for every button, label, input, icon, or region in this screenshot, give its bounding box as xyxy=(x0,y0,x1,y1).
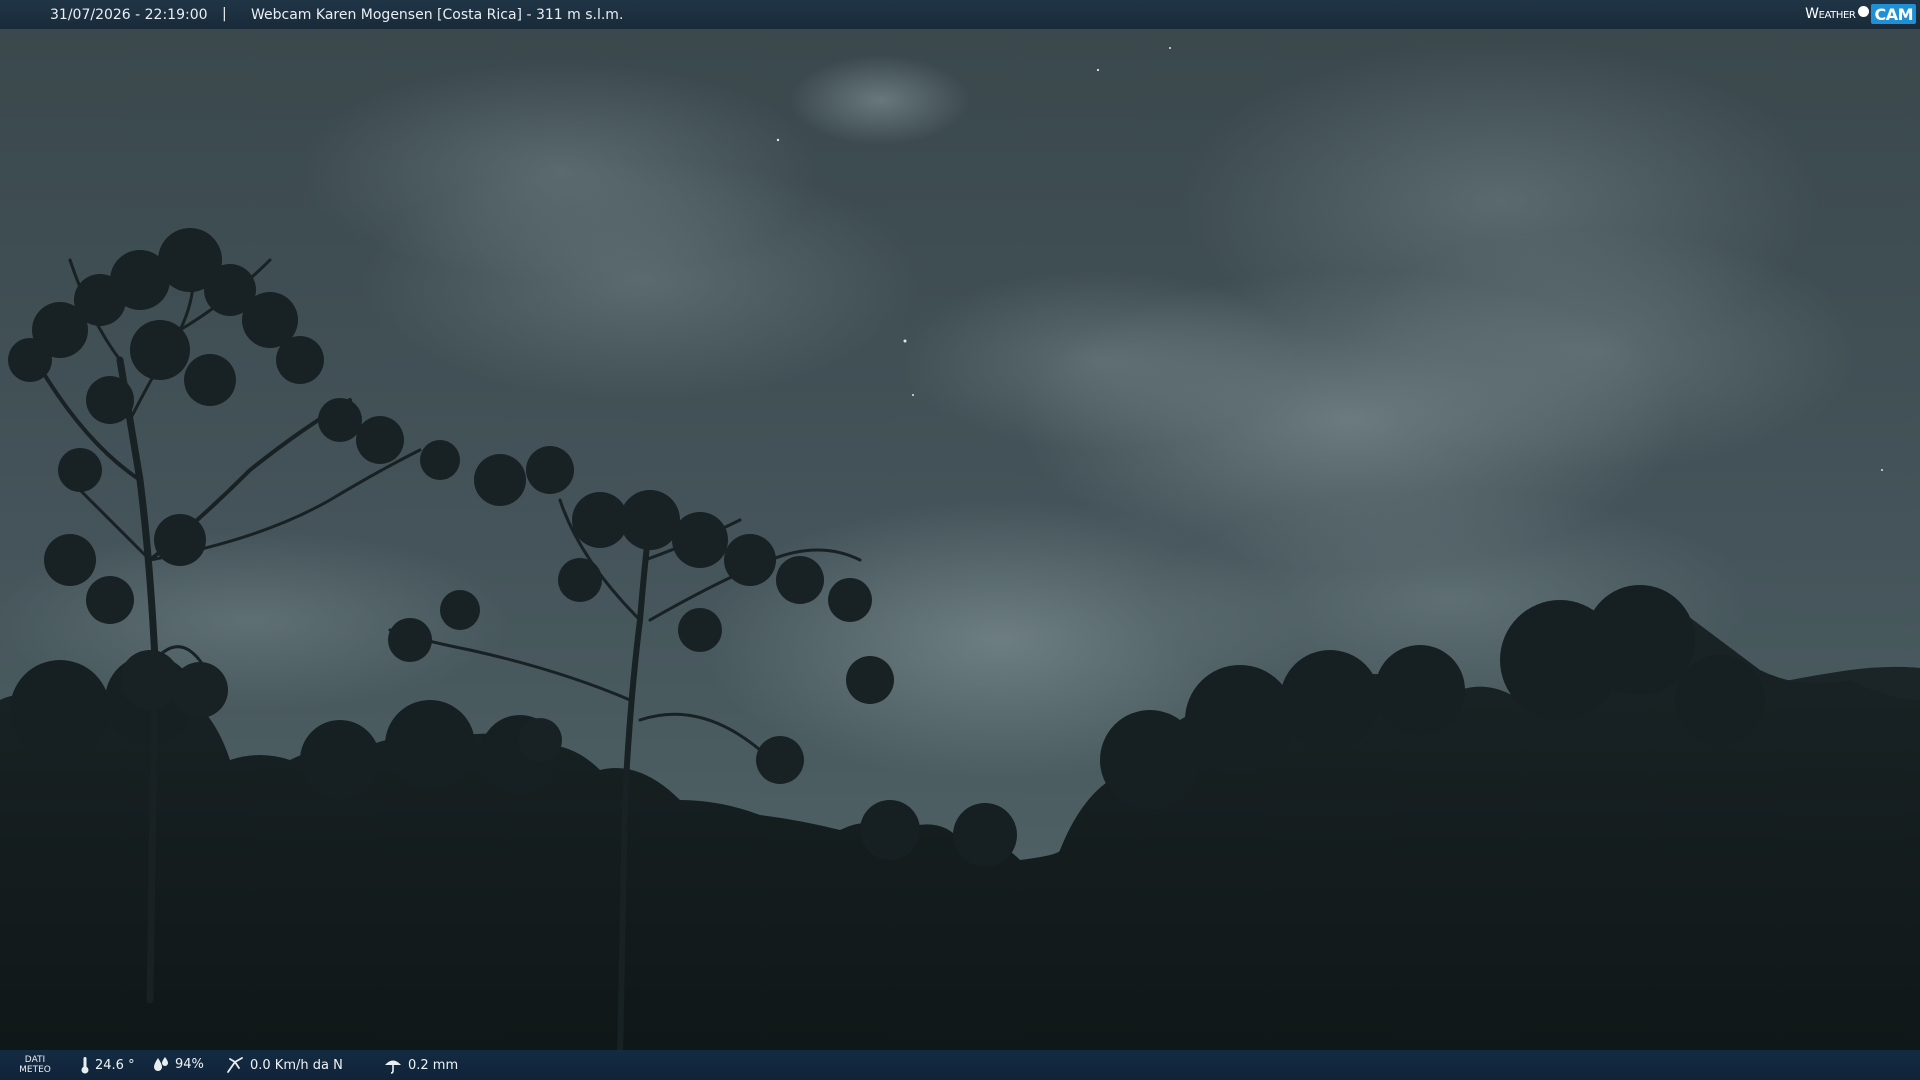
umbrella-icon xyxy=(385,1060,401,1074)
wind-reading: 0.0 Km/h da N xyxy=(225,1056,343,1074)
timestamp: 31/07/2026 - 22:19:00 xyxy=(50,7,208,23)
temperature-reading: 24.6 ° xyxy=(80,1056,135,1074)
thermometer-icon xyxy=(81,1057,89,1074)
meteo-label: DATI METEO xyxy=(19,1055,51,1075)
header-separator: | xyxy=(222,6,227,22)
wind-icon xyxy=(227,1057,243,1073)
weathercam-logo[interactable]: Weather CAM xyxy=(1805,3,1916,25)
humidity-value: 94% xyxy=(175,1056,204,1072)
humidity-reading: 94% xyxy=(152,1056,204,1072)
webcam-title: Webcam Karen Mogensen [Costa Rica] - 311… xyxy=(251,7,624,23)
wind-value: 0.0 Km/h da N xyxy=(250,1057,343,1073)
logo-dot-icon xyxy=(1858,5,1870,17)
webcam-image xyxy=(0,0,1920,1080)
weather-data-bar: DATI METEO 24.6 ° 94% 0.0 Km/h da N 0.2 … xyxy=(0,1050,1920,1080)
rain-reading: 0.2 mm xyxy=(383,1056,458,1074)
rain-value: 0.2 mm xyxy=(408,1057,459,1073)
temperature-value: 24.6 ° xyxy=(95,1057,135,1073)
water-drops-icon xyxy=(154,1057,168,1071)
top-info-bar: 31/07/2026 - 22:19:00 | Webcam Karen Mog… xyxy=(0,0,1920,29)
logo-weather-text: Weather xyxy=(1805,6,1856,22)
logo-cam-text: CAM xyxy=(1871,4,1916,24)
